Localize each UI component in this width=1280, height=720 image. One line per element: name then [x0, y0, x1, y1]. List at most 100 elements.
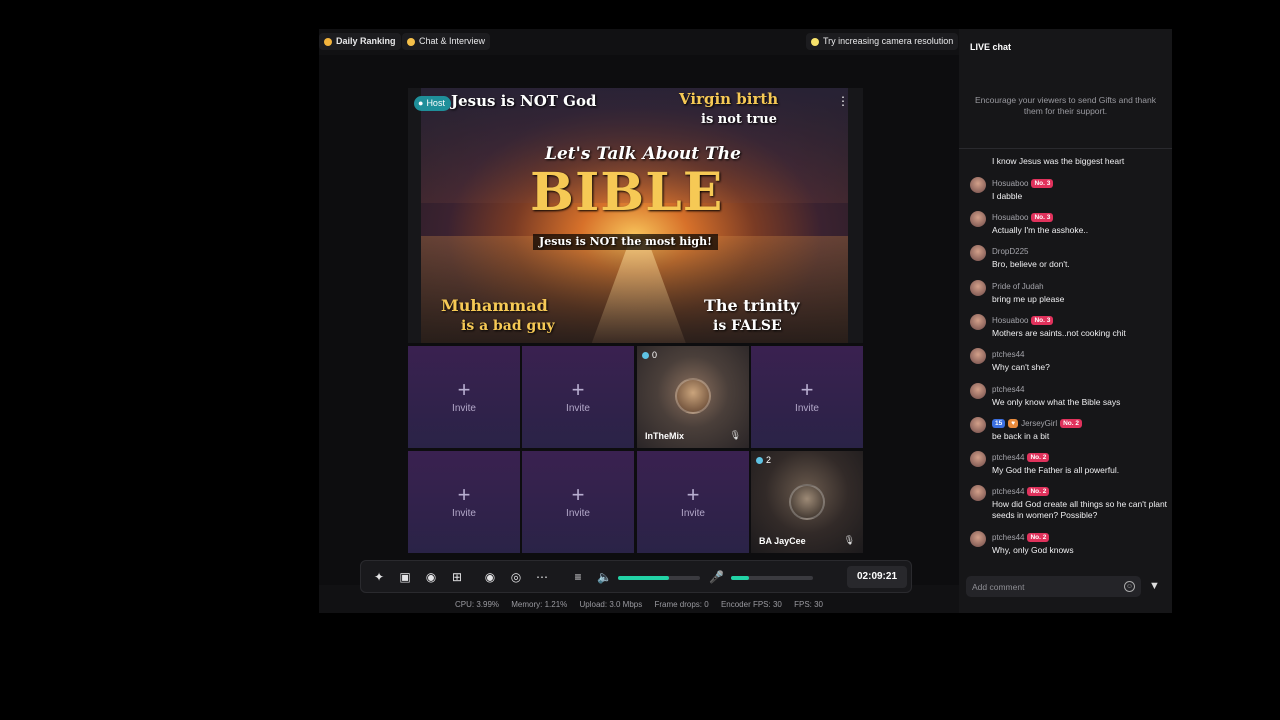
volume-slider[interactable] — [618, 576, 700, 580]
filter-icon[interactable]: ▼ — [1149, 580, 1160, 592]
avatar[interactable] — [970, 280, 986, 296]
chat-username-text: ptches44 — [992, 385, 1025, 394]
chat-message-text: Why, only God knows — [992, 545, 1074, 555]
diamond-icon — [642, 351, 649, 359]
level-badge: 15 — [992, 419, 1006, 428]
chat-message-text: How did God create all things so he can'… — [992, 499, 1168, 520]
invite-slot[interactable]: + Invite — [522, 451, 634, 553]
mic-muted-icon: 🎙 — [843, 535, 855, 545]
avatar[interactable] — [970, 211, 986, 227]
avatar[interactable] — [970, 531, 986, 547]
host-badge: ● Host — [414, 96, 451, 111]
thumb-text-not-true: is not true — [701, 112, 778, 127]
chat-username[interactable]: ptches44 — [992, 350, 1024, 359]
avatar[interactable] — [970, 314, 986, 330]
chat-username[interactable]: DropD225 — [992, 247, 1028, 256]
magic-wand-icon[interactable]: ✦ — [372, 570, 386, 584]
avatar[interactable] — [970, 485, 986, 501]
avatar[interactable] — [970, 348, 986, 364]
rank-badge: No. 2 — [1027, 487, 1050, 496]
emoji-icon[interactable]: ☺ — [1124, 581, 1135, 592]
comment-input[interactable] — [966, 576, 1116, 597]
avatar[interactable] — [970, 417, 986, 433]
guest-tile-jaycee[interactable]: 2 BA JayCee 🎙 — [751, 451, 863, 553]
plus-icon: + — [457, 377, 471, 402]
invite-label: Invite — [566, 403, 590, 414]
comment-box: ☺ — [966, 576, 1141, 597]
avatar[interactable] — [970, 451, 986, 467]
viewer-count: 0 — [642, 350, 657, 360]
invite-slot[interactable]: + Invite — [408, 346, 520, 448]
invite-label: Invite — [681, 508, 705, 519]
rank-badge: No. 3 — [1031, 179, 1054, 188]
invite-label: Invite — [795, 403, 819, 414]
avatar — [675, 378, 711, 414]
chat-username-text: ptches44 — [992, 533, 1025, 542]
chat-username[interactable]: 15 ♥ JerseyGirl No. 2 — [992, 419, 1083, 428]
stage: Jesus is NOT God Virgin birth is not tru… — [319, 55, 959, 585]
settings-sliders-icon[interactable]: ≡ — [571, 570, 585, 584]
thumb-title: BIBLE — [530, 162, 724, 223]
chat-username[interactable]: Hosuaboo No. 3 — [992, 316, 1054, 325]
avatar[interactable] — [970, 177, 986, 193]
more-icon[interactable]: ⋯ — [535, 570, 549, 584]
bible-thumbnail: Jesus is NOT God Virgin birth is not tru… — [421, 88, 848, 343]
chat-username[interactable]: Hosuaboo No. 3 — [992, 179, 1054, 188]
chat-message-text: Mothers are saints..not cooking chit — [992, 328, 1126, 338]
live-icon[interactable]: ◎ — [509, 570, 523, 584]
viewer-count-value: 2 — [766, 455, 772, 465]
chat-messages[interactable]: I know Jesus was the biggest heart Hosuab… — [959, 150, 1172, 560]
microphone-icon[interactable]: 🎤 — [709, 570, 724, 584]
guest-tile-inthemix[interactable]: 0 InTheMix 🎙 — [637, 346, 749, 448]
avatar[interactable] — [970, 245, 986, 261]
screen-share-icon[interactable]: ▣ — [398, 570, 412, 584]
invite-label: Invite — [566, 508, 590, 519]
thumb-text-jesus: Jesus is NOT God — [451, 92, 597, 110]
chat-icon — [407, 37, 415, 46]
chat-message-text: I dabble — [992, 191, 1023, 201]
cpu-stat: CPU: 3.99% — [454, 600, 500, 609]
chat-username-text: Pride of Judah — [992, 282, 1044, 291]
plus-icon: + — [686, 482, 700, 507]
mic-slider-fill — [731, 576, 750, 580]
camera-tip-label: Try increasing camera resolution — [823, 36, 954, 46]
chat-username[interactable]: ptches44 No. 2 — [992, 453, 1050, 462]
chat-interview-button[interactable]: Chat & Interview — [402, 33, 491, 50]
plus-icon: + — [457, 482, 471, 507]
add-source-icon[interactable]: ⊞ — [450, 570, 464, 584]
rank-badge: No. 2 — [1027, 453, 1050, 462]
heart-badge-icon: ♥ — [1008, 419, 1019, 428]
chat-username-text: Hosuaboo — [992, 179, 1029, 188]
record-icon[interactable]: ◉ — [483, 570, 497, 584]
avatar[interactable] — [970, 383, 986, 399]
invite-slot[interactable]: + Invite — [637, 451, 749, 553]
rank-badge: No. 2 — [1027, 533, 1050, 542]
invite-slot[interactable]: + Invite — [408, 451, 520, 553]
chat-username[interactable]: Pride of Judah — [992, 282, 1044, 291]
daily-ranking-button[interactable]: Daily Ranking — [319, 33, 401, 50]
rank-badge: No. 3 — [1031, 316, 1054, 325]
stream-timer: 02:09:21 — [847, 566, 907, 588]
chat-username[interactable]: Hosuaboo No. 3 — [992, 213, 1054, 222]
thumb-text-trinity: The trinity — [704, 296, 800, 315]
lightbulb-icon — [811, 37, 819, 46]
host-video[interactable]: Jesus is NOT God Virgin birth is not tru… — [408, 88, 863, 343]
chat-username[interactable]: ptches44 No. 2 — [992, 487, 1050, 496]
avatar — [789, 484, 825, 520]
chat-message-text: be back in a bit — [992, 431, 1050, 441]
invite-slot[interactable]: + Invite — [751, 346, 863, 448]
invite-slot[interactable]: + Invite — [522, 346, 634, 448]
fps-stat: FPS: 30 — [794, 600, 823, 609]
chat-username[interactable]: ptches44 No. 2 — [992, 533, 1050, 542]
camera-tip[interactable]: Try increasing camera resolution — [806, 33, 959, 50]
chat-username[interactable]: ptches44 — [992, 385, 1024, 394]
ai-effects-icon[interactable]: ◉ — [424, 570, 438, 584]
thumb-text-false: is FALSE — [713, 318, 782, 334]
speaker-icon[interactable]: 🔈 — [597, 570, 612, 584]
viewer-count-value: 0 — [652, 350, 658, 360]
mic-slider[interactable] — [731, 576, 813, 580]
chat-username-text: JerseyGirl — [1021, 419, 1058, 428]
mic-muted-icon: 🎙 — [729, 430, 741, 440]
more-options-icon[interactable]: ⋮ — [837, 94, 849, 108]
trophy-icon — [324, 37, 332, 46]
